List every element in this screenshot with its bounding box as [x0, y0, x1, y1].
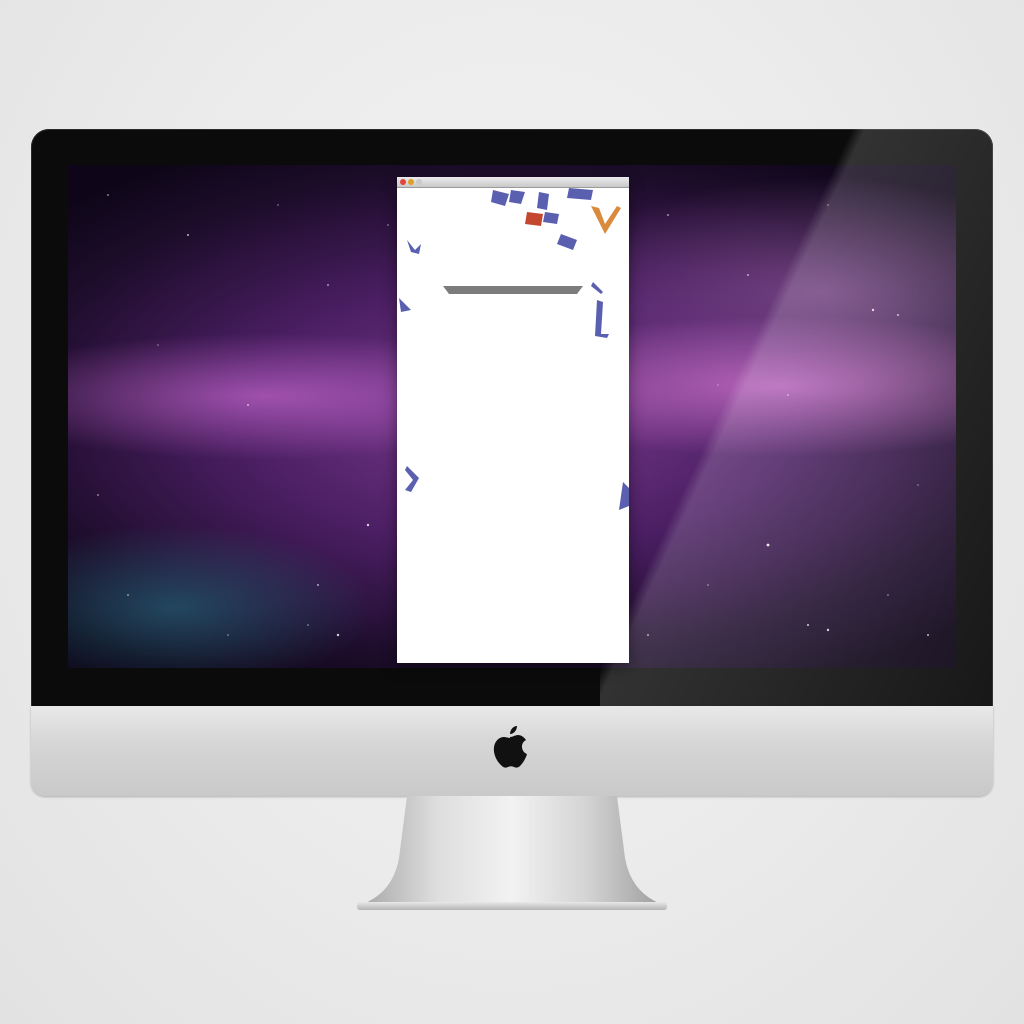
- piece: [537, 192, 549, 210]
- window-titlebar[interactable]: [397, 177, 629, 188]
- piece: [407, 240, 421, 254]
- paddle[interactable]: [443, 286, 583, 294]
- piece: [491, 190, 509, 206]
- piece: [543, 212, 559, 224]
- game-window[interactable]: [397, 177, 629, 663]
- zoom-button[interactable]: [416, 179, 422, 185]
- piece: [595, 300, 609, 338]
- piece: [509, 190, 525, 204]
- piece: [405, 466, 419, 492]
- piece: [557, 234, 577, 250]
- monitor-stand: [357, 796, 667, 910]
- piece: [399, 298, 411, 312]
- piece: [591, 282, 603, 294]
- close-button[interactable]: [400, 179, 406, 185]
- apple-logo-icon: [493, 726, 527, 768]
- minimize-button[interactable]: [408, 179, 414, 185]
- piece-red: [525, 212, 543, 226]
- piece: [619, 482, 629, 510]
- piece-orange: [591, 206, 621, 234]
- game-canvas[interactable]: [397, 188, 629, 663]
- piece: [567, 188, 593, 200]
- falling-pieces-blue: [399, 188, 629, 510]
